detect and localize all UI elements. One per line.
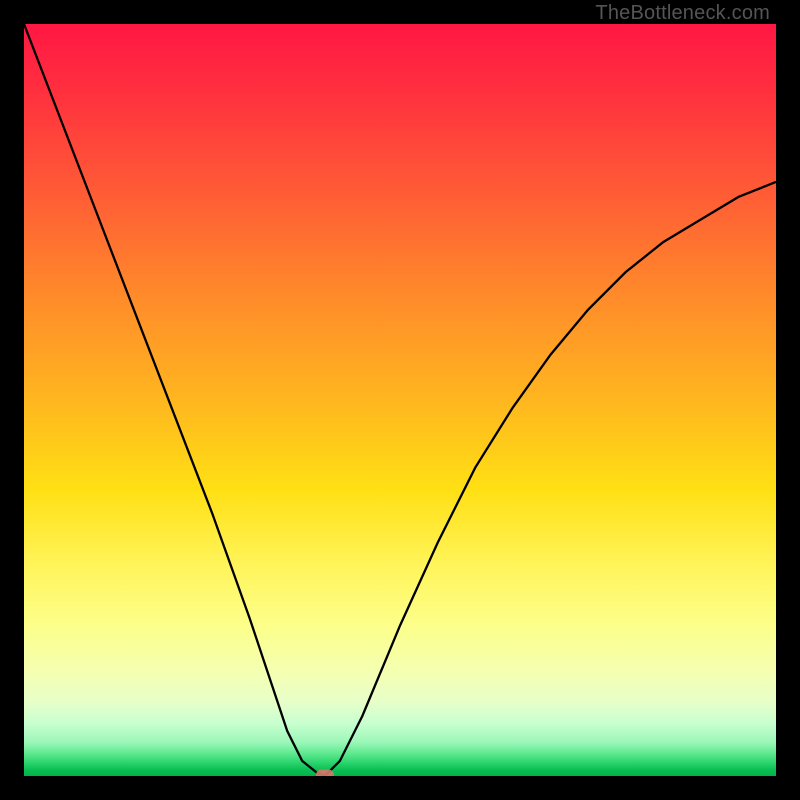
plot-area [24,24,776,776]
chart-frame: TheBottleneck.com [0,0,800,800]
bottleneck-curve [24,24,776,776]
watermark-text: TheBottleneck.com [595,2,770,25]
minimum-marker [316,770,334,777]
